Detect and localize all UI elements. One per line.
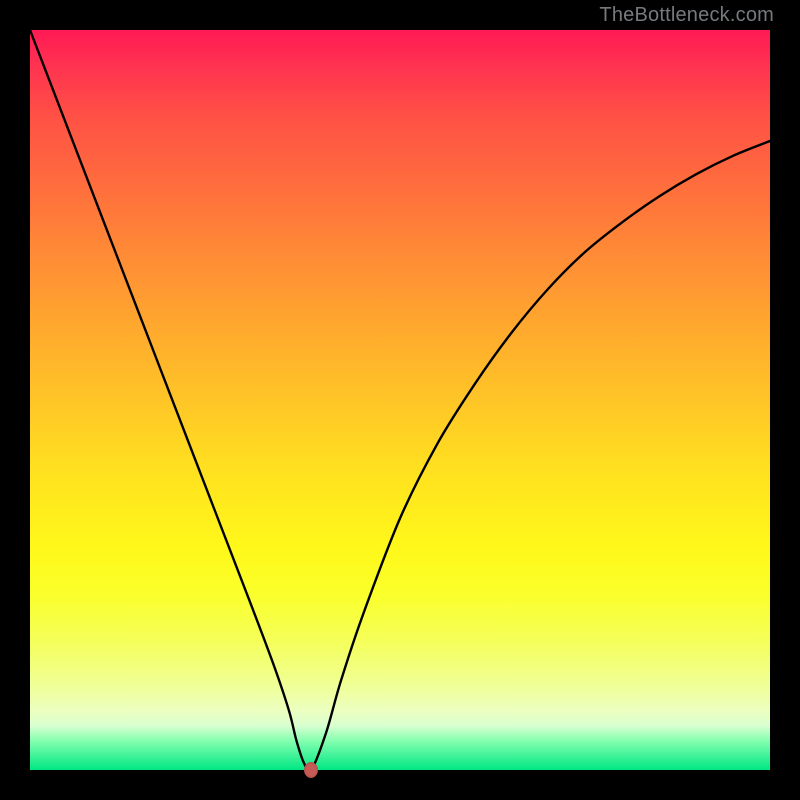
minimum-marker	[304, 762, 318, 778]
plot-area	[30, 30, 770, 770]
watermark-text: TheBottleneck.com	[599, 4, 774, 27]
curve-layer	[30, 30, 770, 770]
chart-frame: TheBottleneck.com	[0, 0, 800, 800]
bottleneck-curve-path	[30, 30, 770, 772]
